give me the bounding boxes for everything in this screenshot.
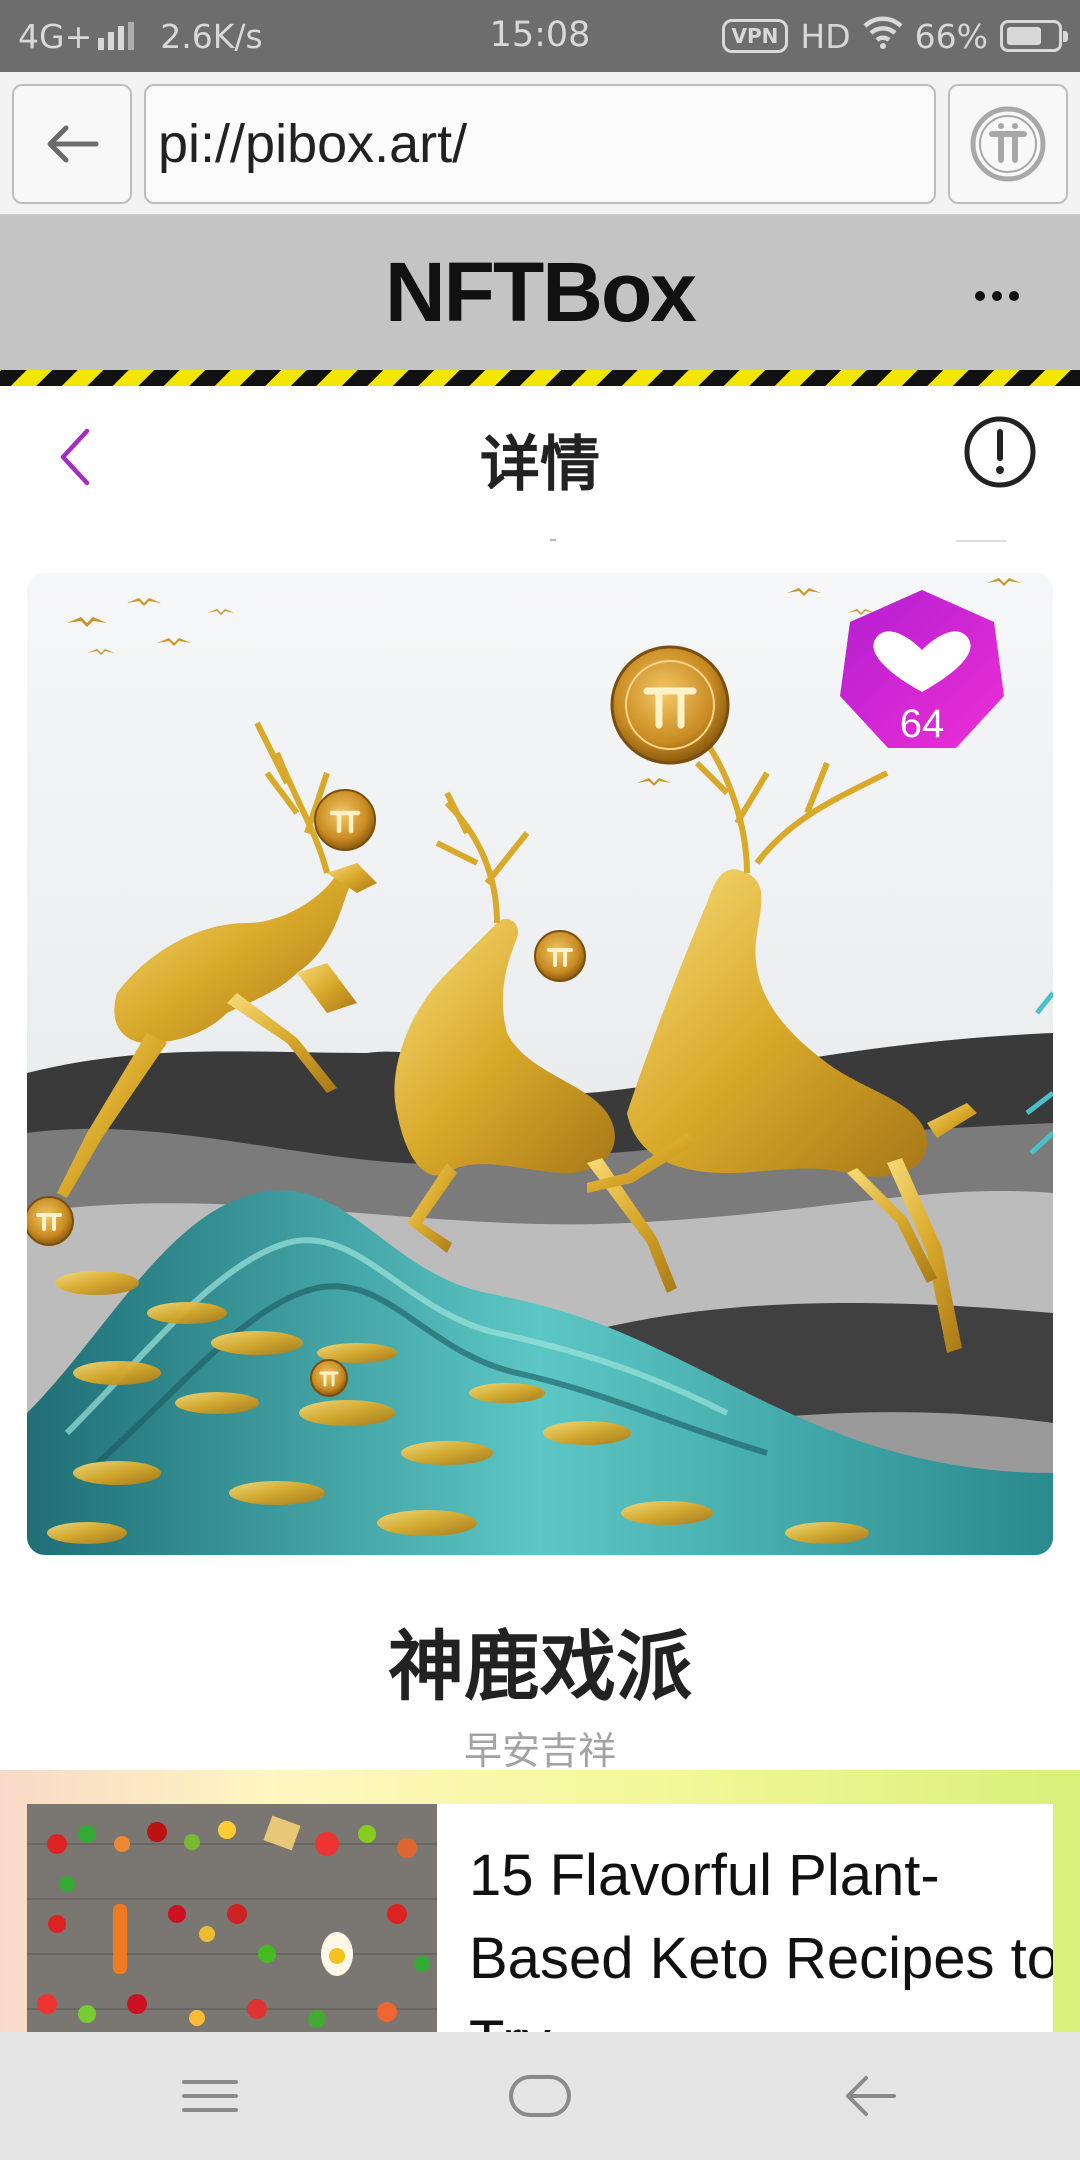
app-title: NFTBox <box>385 245 697 339</box>
browser-back-button[interactable] <box>12 84 132 204</box>
divider-mark <box>956 540 1006 542</box>
ad-card[interactable]: 15 Flavorful Plant-Based Keto Recipes to… <box>27 1804 1053 2032</box>
back-arrow-icon <box>846 2076 896 2116</box>
browser-toolbar <box>0 72 1080 216</box>
battery-percent: 66% <box>914 16 988 56</box>
ad-banner[interactable]: 15 Flavorful Plant-Based Keto Recipes to… <box>0 1770 1080 2032</box>
system-back-button[interactable] <box>820 2066 920 2126</box>
ad-image <box>27 1804 437 2032</box>
menu-button[interactable] <box>160 2066 260 2126</box>
nft-subtitle: 早安吉祥 <box>463 1729 616 1773</box>
home-button[interactable] <box>490 2066 590 2126</box>
more-button[interactable] <box>952 276 1042 316</box>
hazard-stripe <box>0 370 1080 386</box>
wifi-icon <box>863 15 903 57</box>
vpn-badge: VPN <box>721 19 789 53</box>
pi-browser-button[interactable] <box>948 84 1068 204</box>
url-input[interactable] <box>146 86 934 202</box>
pi-coin-icon <box>970 106 1046 182</box>
more-dots-icon <box>975 291 1019 301</box>
report-button[interactable] <box>960 412 1040 492</box>
url-field[interactable] <box>144 84 936 204</box>
home-icon <box>509 2075 571 2117</box>
battery-icon <box>1000 20 1068 52</box>
ad-headline[interactable]: 15 Flavorful Plant-Based Keto Recipes to… <box>469 1834 1053 2032</box>
hd-indicator: HD <box>800 16 851 56</box>
detail-nav: 详情 <box>0 386 1080 526</box>
divider-mark <box>550 539 556 541</box>
app-header: NFTBox <box>0 216 1080 370</box>
arrow-left-icon <box>47 125 99 163</box>
system-nav-bar <box>0 2032 1080 2160</box>
page-title: 详情 <box>480 430 600 500</box>
menu-icon <box>182 2080 238 2112</box>
nft-title: 神鹿戏派 <box>388 1622 692 1711</box>
status-right: VPN HD 66% <box>721 13 1068 59</box>
status-bar: 4G+ 2.6K/s 15:08 VPN HD 66% <box>0 0 1080 72</box>
like-count: 64 <box>899 702 945 746</box>
exclamation-circle-icon <box>964 416 1036 488</box>
